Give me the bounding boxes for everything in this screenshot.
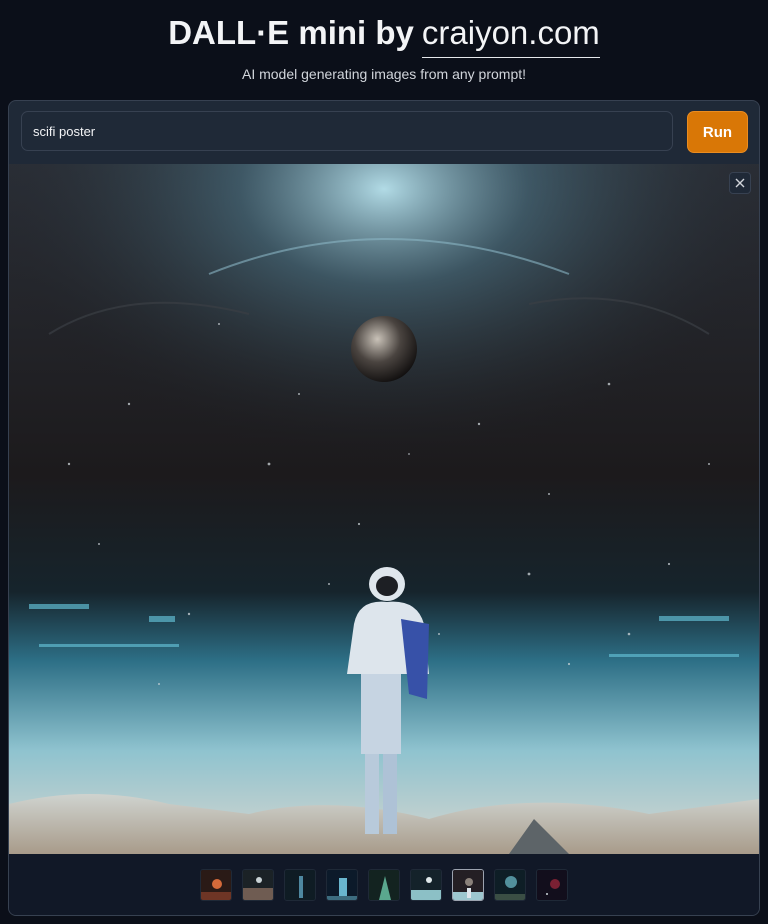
thumbnail-strip xyxy=(9,854,759,915)
thumbnail-1[interactable] xyxy=(200,868,232,901)
thumbnail-6[interactable] xyxy=(410,868,442,901)
thumbnail-3[interactable] xyxy=(284,868,316,901)
subtitle: AI model generating images from any prom… xyxy=(241,66,527,82)
prompt-input[interactable] xyxy=(21,111,673,151)
prompt-row: Run xyxy=(21,111,748,155)
craiyon-link[interactable]: craiyon.com xyxy=(421,12,600,58)
thumbnail-2[interactable] xyxy=(242,868,274,901)
thumbnail-9[interactable] xyxy=(536,868,568,901)
close-icon xyxy=(735,178,745,188)
thumbnail-4[interactable] xyxy=(326,868,358,901)
page-title: DALL·E mini by craiyon.com xyxy=(0,12,768,58)
generated-image xyxy=(9,164,759,854)
header: DALL·E mini by craiyon.com AI model gene… xyxy=(0,0,768,96)
title-text: DALL·E mini by xyxy=(168,14,414,51)
thumbnail-5[interactable] xyxy=(368,868,400,901)
thumbnail-7[interactable] xyxy=(452,868,484,901)
main-panel: Run xyxy=(8,100,760,916)
close-button[interactable] xyxy=(729,172,751,194)
thumbnail-8[interactable] xyxy=(494,868,526,901)
run-button[interactable]: Run xyxy=(687,111,748,153)
image-viewer xyxy=(9,164,759,854)
